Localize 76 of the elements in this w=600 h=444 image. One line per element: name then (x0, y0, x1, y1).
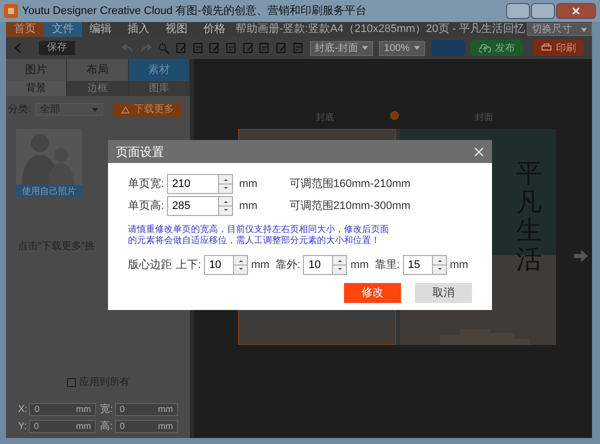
unit-label: mm (239, 176, 258, 192)
zoom-select[interactable]: 100% (379, 40, 426, 56)
unit-label: mm (251, 258, 270, 273)
dialog-title: 页面设置 (116, 144, 164, 160)
position-field[interactable]: 0 mm (114, 420, 178, 433)
cloud-upload-icon (479, 43, 492, 53)
field-label: Y: (18, 420, 27, 434)
field-label: 高: (100, 420, 113, 434)
next-arrow-icon[interactable] (574, 249, 588, 263)
field-label: 单页高: (128, 198, 164, 214)
publish-button[interactable]: 发布 (471, 40, 524, 56)
page-select[interactable]: 封底-封面 (310, 40, 374, 56)
menu-item[interactable]: 编辑 (82, 22, 120, 37)
page-number-badge-icon (390, 111, 399, 120)
spinner-icon[interactable] (218, 197, 232, 215)
range-text: 可调范围160mm-210mm (289, 176, 410, 192)
unit-label: mm (239, 198, 258, 214)
size-select[interactable]: 切换尺寸 (527, 23, 592, 36)
number-field[interactable]: 15 (402, 255, 447, 275)
minimize-button[interactable] (506, 3, 530, 19)
position-field[interactable]: 0 mm (29, 403, 96, 416)
field-label: 宽: (100, 402, 113, 417)
confirm-button[interactable]: 修改 (344, 283, 401, 303)
close-icon (572, 7, 580, 15)
cancel-button[interactable]: 取消 (415, 283, 472, 303)
redo-icon[interactable] (140, 42, 152, 54)
field-label: 靠外: (275, 258, 300, 273)
unit-label: mm (450, 258, 468, 273)
spinner-icon[interactable] (332, 256, 346, 274)
unit-label: mm (350, 258, 369, 273)
thumbnail-caption: 使用自己照片 (16, 185, 82, 197)
window-title: Youtu Designer Creative Cloud 有图-领先的创意、营销和印刷服务平台 (22, 4, 366, 19)
dropdown-icon (581, 28, 587, 32)
dropdown-icon (92, 108, 98, 112)
zoom-icon[interactable] (158, 42, 170, 54)
range-text: 可调范围210mm-300mm (289, 198, 410, 214)
close-icon[interactable] (474, 146, 484, 156)
warning-text: 的元素将会做自适应移位，需人工调整部分元素的大小和位置！ (128, 235, 381, 246)
field-label: 靠里: (374, 258, 400, 273)
number-field[interactable]: 210 (167, 174, 234, 194)
menu-item[interactable]: 插入 (120, 22, 158, 37)
margin-label: 版心边距 (128, 258, 172, 273)
subtab[interactable]: 边框 (67, 81, 129, 96)
printer-icon (541, 43, 552, 53)
warning-icon (121, 106, 130, 114)
close-button[interactable] (556, 3, 596, 19)
subtab[interactable]: 图库 (128, 81, 190, 96)
position-field[interactable]: 0 mm (114, 403, 178, 416)
menu-item[interactable]: 文件 (44, 22, 82, 37)
field-label: 上下: (176, 258, 202, 273)
photo-thumbnail[interactable]: 使用自己照片 (16, 129, 82, 197)
maximize-button[interactable] (531, 3, 555, 19)
subtab[interactable]: 背景 (6, 81, 68, 96)
menu-item[interactable]: 首页 (6, 22, 44, 37)
field-label: 单页宽: (128, 176, 164, 192)
number-field[interactable]: 285 (167, 196, 234, 216)
spinner-icon[interactable] (233, 256, 248, 274)
menu-item[interactable]: 视图 (158, 22, 196, 37)
dropdown-icon (362, 46, 368, 50)
undo-icon[interactable] (121, 42, 134, 54)
spinner-icon[interactable] (218, 175, 232, 193)
spinner-icon[interactable] (432, 256, 446, 274)
menu-item[interactable]: 价格 (195, 22, 234, 37)
dropdown-icon (414, 46, 420, 50)
save-button[interactable]: 保存 (39, 41, 76, 55)
number-field[interactable]: 10 (303, 255, 348, 275)
app-logo-icon (4, 4, 18, 18)
field-label: X: (18, 403, 28, 417)
download-more-button[interactable]: 下载更多 (113, 102, 182, 116)
print-button[interactable]: 印刷 (533, 40, 584, 56)
position-field[interactable]: 0 mm (28, 420, 96, 433)
panel-tab[interactable]: 素材 (128, 59, 190, 81)
action-button[interactable] (431, 40, 466, 56)
number-field[interactable]: 10 (204, 255, 248, 275)
warning-text: 请慎重修改单页的宽高，目前仅支持左右页相同大小，修改后页面 (128, 224, 390, 235)
document-title: 帮助画册-竖款:竖款A4（210x285mm）20页 - 平凡生活回忆 (235, 22, 526, 38)
